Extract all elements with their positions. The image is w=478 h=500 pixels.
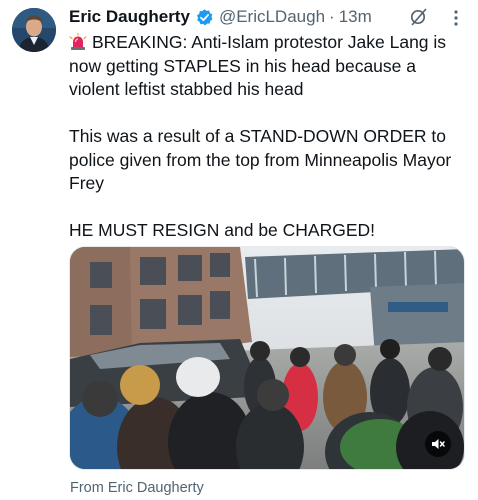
siren-icon [69,32,87,51]
tweet-text: BREAKING: Anti-Islam protestor Jake Lang… [69,31,469,243]
speaker-muted-icon [432,439,445,449]
grok-icon[interactable] [409,7,429,27]
tweet-paragraph-2: This was a result of a STAND-DOWN ORDER … [69,126,452,193]
author-handle[interactable]: @EricLDaugh [219,7,325,27]
tweet-header: Eric Daugherty @EricLDaugh · 13m [69,6,372,28]
timestamp[interactable]: 13m [339,7,372,27]
verified-badge-icon [195,8,214,27]
video-frame [70,247,464,469]
tweet-paragraph-3: HE MUST RESIGN and be CHARGED! [69,220,376,240]
tweet-paragraph-1-text: BREAKING: Anti-Islam protestor Jake Lang… [69,32,447,99]
media-attribution[interactable]: From Eric Daugherty [70,480,204,496]
more-options-icon[interactable] [447,9,465,27]
mute-button[interactable] [425,431,451,457]
author-name[interactable]: Eric Daugherty [69,7,190,27]
video-player[interactable] [69,246,465,470]
tweet[interactable]: Eric Daugherty @EricLDaugh · 13m BREAKIN… [0,0,478,500]
tweet-paragraph-1: BREAKING: Anti-Islam protestor Jake Lang… [69,31,469,102]
avatar[interactable] [12,8,56,52]
separator-dot: · [329,7,335,26]
